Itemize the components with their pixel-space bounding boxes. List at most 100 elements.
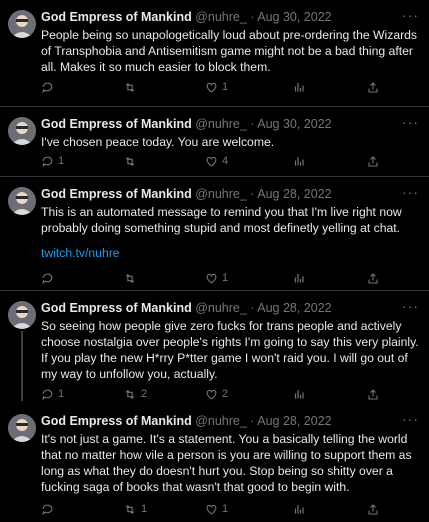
tweet-text: I've chosen peace today. You are welcome… (41, 135, 275, 149)
retweet-button[interactable]: 2 (123, 387, 147, 401)
retweet-button[interactable]: 1 (123, 502, 147, 516)
tweet[interactable]: God Empress of Mankind @nuhre_ · Aug 28,… (0, 291, 429, 402)
tweet-header: God Empress of Mankind @nuhre_ · Aug 30,… (41, 10, 401, 25)
share-icon (368, 503, 378, 515)
avatar[interactable] (8, 414, 36, 442)
share-icon (368, 155, 378, 167)
tweet-actions: 1 (41, 271, 421, 285)
tweet-text: It's not just a game. It's a statement. … (41, 432, 412, 494)
heart-icon (206, 273, 217, 283)
views-button[interactable] (293, 387, 309, 401)
reply-icon (42, 504, 53, 515)
reply-button[interactable]: 1 (41, 387, 64, 401)
like-button[interactable]: 1 (205, 502, 228, 516)
tweet-actions: 1 4 (41, 154, 421, 168)
tweet-actions: 1 1 (41, 502, 421, 516)
tweet-header: God Empress of Mankind @nuhre_ · Aug 28,… (41, 187, 401, 202)
tweet[interactable]: God Empress of Mankind @nuhre_ · Aug 30,… (0, 0, 429, 106)
reply-button[interactable]: 1 (41, 154, 64, 168)
tweet-actions: 1 2 2 (41, 387, 421, 401)
retweet-button[interactable] (123, 271, 141, 285)
retweet-icon (125, 389, 135, 399)
reply-button[interactable] (41, 502, 58, 516)
tweet-text: People being so unapologetically loud ab… (41, 28, 418, 74)
tweet-header: God Empress of Mankind @nuhre_ · Aug 30,… (41, 117, 401, 132)
reply-count: 1 (58, 388, 65, 400)
avatar[interactable] (8, 301, 36, 329)
more-options-icon[interactable]: ··· (402, 8, 419, 22)
views-button[interactable] (293, 154, 309, 168)
reply-icon (42, 82, 53, 93)
author-meta: @nuhre_ · Aug 28, 2022 (195, 414, 332, 428)
tweet[interactable]: God Empress of Mankind @nuhre_ · Aug 30,… (0, 107, 429, 176)
share-icon (368, 81, 378, 93)
more-options-icon[interactable]: ··· (402, 185, 419, 199)
author-meta: @nuhre_ · Aug 28, 2022 (195, 301, 332, 315)
heart-icon (206, 156, 217, 166)
retweet-button[interactable] (123, 80, 141, 94)
author-name[interactable]: God Empress of Mankind (41, 414, 192, 428)
views-icon (294, 390, 304, 399)
author-meta: @nuhre_ · Aug 30, 2022 (195, 117, 332, 131)
tweet-header: God Empress of Mankind @nuhre_ · Aug 28,… (41, 301, 401, 316)
like-count: 4 (222, 155, 229, 167)
tweet[interactable]: God Empress of Mankind @nuhre_ · Aug 28,… (0, 177, 429, 290)
views-button[interactable] (293, 502, 309, 516)
retweet-icon (125, 82, 135, 92)
tweet[interactable]: God Empress of Mankind @nuhre_ · Aug 28,… (0, 402, 429, 522)
heart-icon (206, 504, 217, 514)
tweet-header: God Empress of Mankind @nuhre_ · Aug 28,… (41, 414, 401, 429)
author-name[interactable]: God Empress of Mankind (41, 187, 192, 201)
like-button[interactable]: 2 (205, 387, 228, 401)
share-button[interactable] (367, 387, 379, 401)
reply-count: 1 (58, 155, 65, 167)
retweet-count: 2 (141, 388, 148, 400)
author-name[interactable]: God Empress of Mankind (41, 10, 192, 24)
retweet-icon (125, 156, 135, 166)
author-meta: @nuhre_ · Aug 28, 2022 (195, 187, 332, 201)
avatar[interactable] (8, 10, 36, 38)
tweet-actions: 1 (41, 80, 421, 94)
avatar[interactable] (8, 117, 36, 145)
tweet-link[interactable]: twitch.tv/nuhre (41, 245, 419, 261)
like-button[interactable]: 1 (205, 80, 228, 94)
share-button[interactable] (367, 271, 379, 285)
reply-button[interactable] (41, 80, 58, 94)
more-options-icon[interactable]: ··· (402, 412, 419, 426)
reply-button[interactable] (41, 271, 58, 285)
retweet-icon (125, 504, 135, 514)
author-meta: @nuhre_ · Aug 30, 2022 (195, 10, 332, 24)
avatar[interactable] (8, 187, 36, 215)
heart-icon (206, 82, 217, 92)
more-options-icon[interactable]: ··· (402, 299, 419, 313)
like-count: 2 (222, 388, 229, 400)
tweet-text: So seeing how people give zero fucks for… (41, 319, 419, 381)
like-count: 1 (222, 503, 229, 515)
author-name[interactable]: God Empress of Mankind (41, 301, 192, 315)
like-button[interactable]: 4 (205, 154, 228, 168)
views-button[interactable] (293, 271, 309, 285)
views-icon (294, 157, 304, 166)
reply-icon (42, 273, 53, 284)
share-button[interactable] (367, 502, 379, 516)
share-button[interactable] (367, 80, 379, 94)
reply-icon (42, 389, 53, 400)
views-icon (294, 274, 304, 283)
retweet-icon (125, 273, 135, 283)
like-count: 1 (222, 81, 229, 93)
reply-icon (42, 156, 53, 167)
views-icon (294, 83, 304, 92)
views-icon (294, 505, 304, 514)
tweet-text: This is an automated message to remind y… (41, 205, 402, 235)
share-icon (368, 272, 378, 284)
retweet-count: 1 (141, 503, 148, 515)
share-icon (368, 388, 378, 400)
like-button[interactable]: 1 (205, 271, 228, 285)
timeline-feed: God Empress of Mankind @nuhre_ · Aug 30,… (0, 0, 429, 522)
more-options-icon[interactable]: ··· (402, 115, 419, 129)
share-button[interactable] (367, 154, 379, 168)
views-button[interactable] (293, 80, 309, 94)
retweet-button[interactable] (123, 154, 141, 168)
heart-icon (206, 389, 217, 399)
author-name[interactable]: God Empress of Mankind (41, 117, 192, 131)
